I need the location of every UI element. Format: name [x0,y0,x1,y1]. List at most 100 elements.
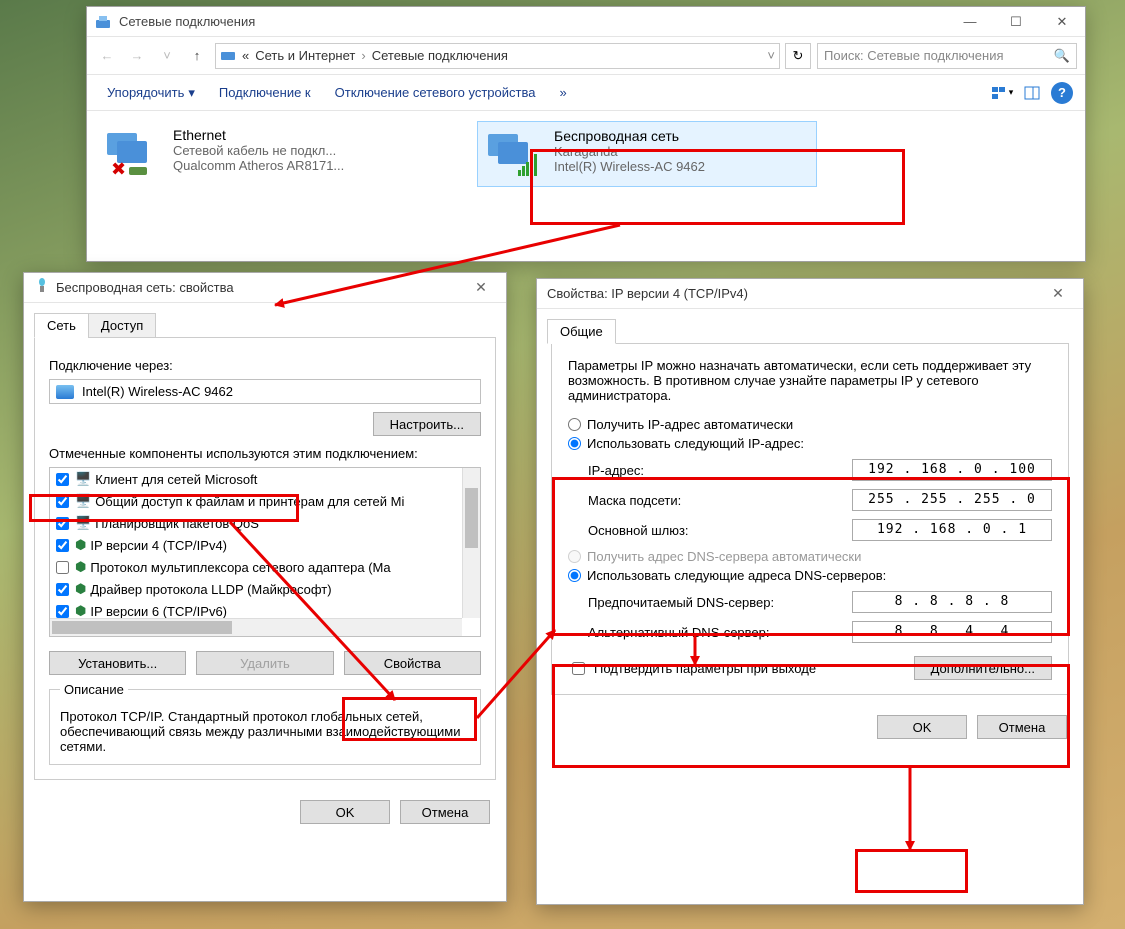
close-button[interactable]: ✕ [1043,279,1073,309]
explorer-window: Сетевые подключения — ☐ ✕ ← → ˅ ↑ « Сеть… [86,6,1086,262]
window-title: Сетевые подключения [119,14,947,29]
alt-dns-input[interactable]: 8 . 8 . 4 . 4 [852,621,1052,643]
cancel-button[interactable]: Отмена [400,800,490,824]
help-button[interactable]: ? [1049,80,1075,106]
adapter-field: Intel(R) Wireless-AC 9462 [49,379,481,404]
protocol-icon: ⬢ [75,537,86,553]
ip-input[interactable]: 192 . 168 . 0 . 100 [852,459,1052,481]
breadcrumb-seg[interactable]: Сетевые подключения [372,48,508,63]
breadcrumb-prefix: « [242,48,249,63]
chevron-down-icon: ▾ [1009,87,1014,98]
address-bar[interactable]: « Сеть и Интернет › Сетевые подключения … [215,43,780,69]
radio-use-ip[interactable]: Использовать следующий IP-адрес: [568,436,1052,451]
minimize-button[interactable]: — [947,7,993,37]
ipv4-properties-dialog: Свойства: IP версии 4 (TCP/IPv4) ✕ Общие… [536,278,1084,905]
checkbox[interactable] [56,561,69,574]
intro-text: Параметры IP можно назначать автоматичес… [568,358,1052,403]
tab-access[interactable]: Доступ [88,313,156,338]
close-button[interactable]: ✕ [466,273,496,303]
address-row: ← → ˅ ↑ « Сеть и Интернет › Сетевые подк… [87,37,1085,75]
connect-via-label: Подключение через: [49,358,481,373]
checkbox[interactable] [56,605,69,618]
wifi-item[interactable]: Беспроводная сеть Karaganda Intel(R) Wir… [477,121,817,187]
scrollbar-horizontal[interactable] [50,618,462,636]
checkbox[interactable] [56,583,69,596]
maximize-button[interactable]: ☐ [993,7,1039,37]
more-actions[interactable]: » [549,81,576,104]
wifi-status: Karaganda [554,144,705,159]
list-item: 🖥️Планировщик пакетов QoS [50,512,480,534]
wifi-driver: Intel(R) Wireless-AC 9462 [554,159,705,174]
dialog-titlebar: Свойства: IP версии 4 (TCP/IPv4) ✕ [537,279,1083,309]
back-button[interactable]: ← [95,44,119,68]
ethernet-driver: Qualcomm Atheros AR8171... [173,158,344,173]
search-placeholder: Поиск: Сетевые подключения [824,48,1054,63]
dialog-icon [34,278,50,297]
search-icon: 🔍 [1054,48,1070,64]
properties-button[interactable]: Свойства [344,651,481,675]
organize-menu[interactable]: Упорядочить ▾ [97,81,205,105]
configure-button[interactable]: Настроить... [373,412,481,436]
install-button[interactable]: Установить... [49,651,186,675]
checkbox[interactable] [56,517,69,530]
ip-label: IP-адрес: [588,463,852,478]
protocol-icon: ⬢ [75,581,86,597]
gateway-label: Основной шлюз: [588,523,852,538]
recent-dropdown[interactable]: ˅ [155,44,179,68]
dialog-title: Свойства: IP версии 4 (TCP/IPv4) [547,286,1043,301]
list-item: 🖥️Общий доступ к файлам и принтерам для … [50,490,480,512]
components-label: Отмеченные компоненты используются этим … [49,446,481,461]
ethernet-name: Ethernet [173,127,344,143]
chevron-right-icon: › [361,48,365,63]
tab-body: Параметры IP можно назначать автоматичес… [551,343,1069,695]
breadcrumb-seg[interactable]: Сеть и Интернет [255,48,355,63]
tab-general[interactable]: Общие [547,319,616,344]
ok-button[interactable]: OK [877,715,967,739]
wifi-icon [484,128,544,180]
component-icon: 🖥️ [75,493,91,509]
radio-obtain-ip-auto[interactable]: Получить IP-адрес автоматически [568,417,1052,432]
ok-button[interactable]: OK [300,800,390,824]
radio-use-dns[interactable]: Использовать следующие адреса DNS-сервер… [568,568,1052,583]
chevron-down-icon: ▾ [188,85,195,101]
checkbox[interactable] [56,539,69,552]
description-group: Описание Протокол TCP/IP. Стандартный пр… [49,689,481,765]
tabs: Общие [537,309,1083,344]
cancel-button[interactable]: Отмена [977,715,1067,739]
checkbox[interactable] [56,495,69,508]
preview-pane-icon[interactable] [1019,80,1045,106]
adapter-icon [56,385,74,399]
dialog-titlebar: Беспроводная сеть: свойства ✕ [24,273,506,303]
components-list[interactable]: 🖥️Клиент для сетей Microsoft 🖥️Общий дос… [49,467,481,637]
gateway-input[interactable]: 192 . 168 . 0 . 1 [852,519,1052,541]
advanced-button[interactable]: Дополнительно... [914,656,1052,680]
component-icon: 🖥️ [75,515,91,531]
scrollbar-vertical[interactable] [462,468,480,618]
up-button[interactable]: ↑ [185,44,209,68]
forward-button[interactable]: → [125,44,149,68]
protocol-icon: ⬢ [75,559,86,575]
mask-input[interactable]: 255 . 255 . 255 . 0 [852,489,1052,511]
remove-button[interactable]: Удалить [196,651,333,675]
ethernet-status: Сетевой кабель не подкл... [173,143,344,158]
component-icon: 🖥️ [75,471,91,487]
validate-checkbox[interactable] [572,662,585,675]
connections-area: ✖ Ethernet Сетевой кабель не подкл... Qu… [87,111,1085,197]
pref-dns-input[interactable]: 8 . 8 . 8 . 8 [852,591,1052,613]
disable-device[interactable]: Отключение сетевого устройства [325,81,546,104]
view-options-icon[interactable]: ▾ [989,80,1015,106]
search-input[interactable]: Поиск: Сетевые подключения 🔍 [817,43,1077,69]
list-item: ⬢Драйвер протокола LLDP (Майкрософт) [50,578,480,600]
command-bar: Упорядочить ▾ Подключение к Отключение с… [87,75,1085,111]
dropdown-icon[interactable]: ˅ [767,48,775,63]
close-button[interactable]: ✕ [1039,7,1085,37]
mask-label: Маска подсети: [588,493,852,508]
checkbox[interactable] [56,473,69,486]
tab-network[interactable]: Сеть [34,313,89,338]
description-text: Протокол TCP/IP. Стандартный протокол гл… [60,709,470,754]
refresh-button[interactable]: ↻ [785,43,811,69]
alt-dns-label: Альтернативный DNS-сервер: [588,625,852,640]
list-item-ipv4: ⬢IP версии 4 (TCP/IPv4) [50,534,480,556]
connect-menu[interactable]: Подключение к [209,81,321,104]
ethernet-item[interactable]: ✖ Ethernet Сетевой кабель не подкл... Qu… [97,121,437,187]
